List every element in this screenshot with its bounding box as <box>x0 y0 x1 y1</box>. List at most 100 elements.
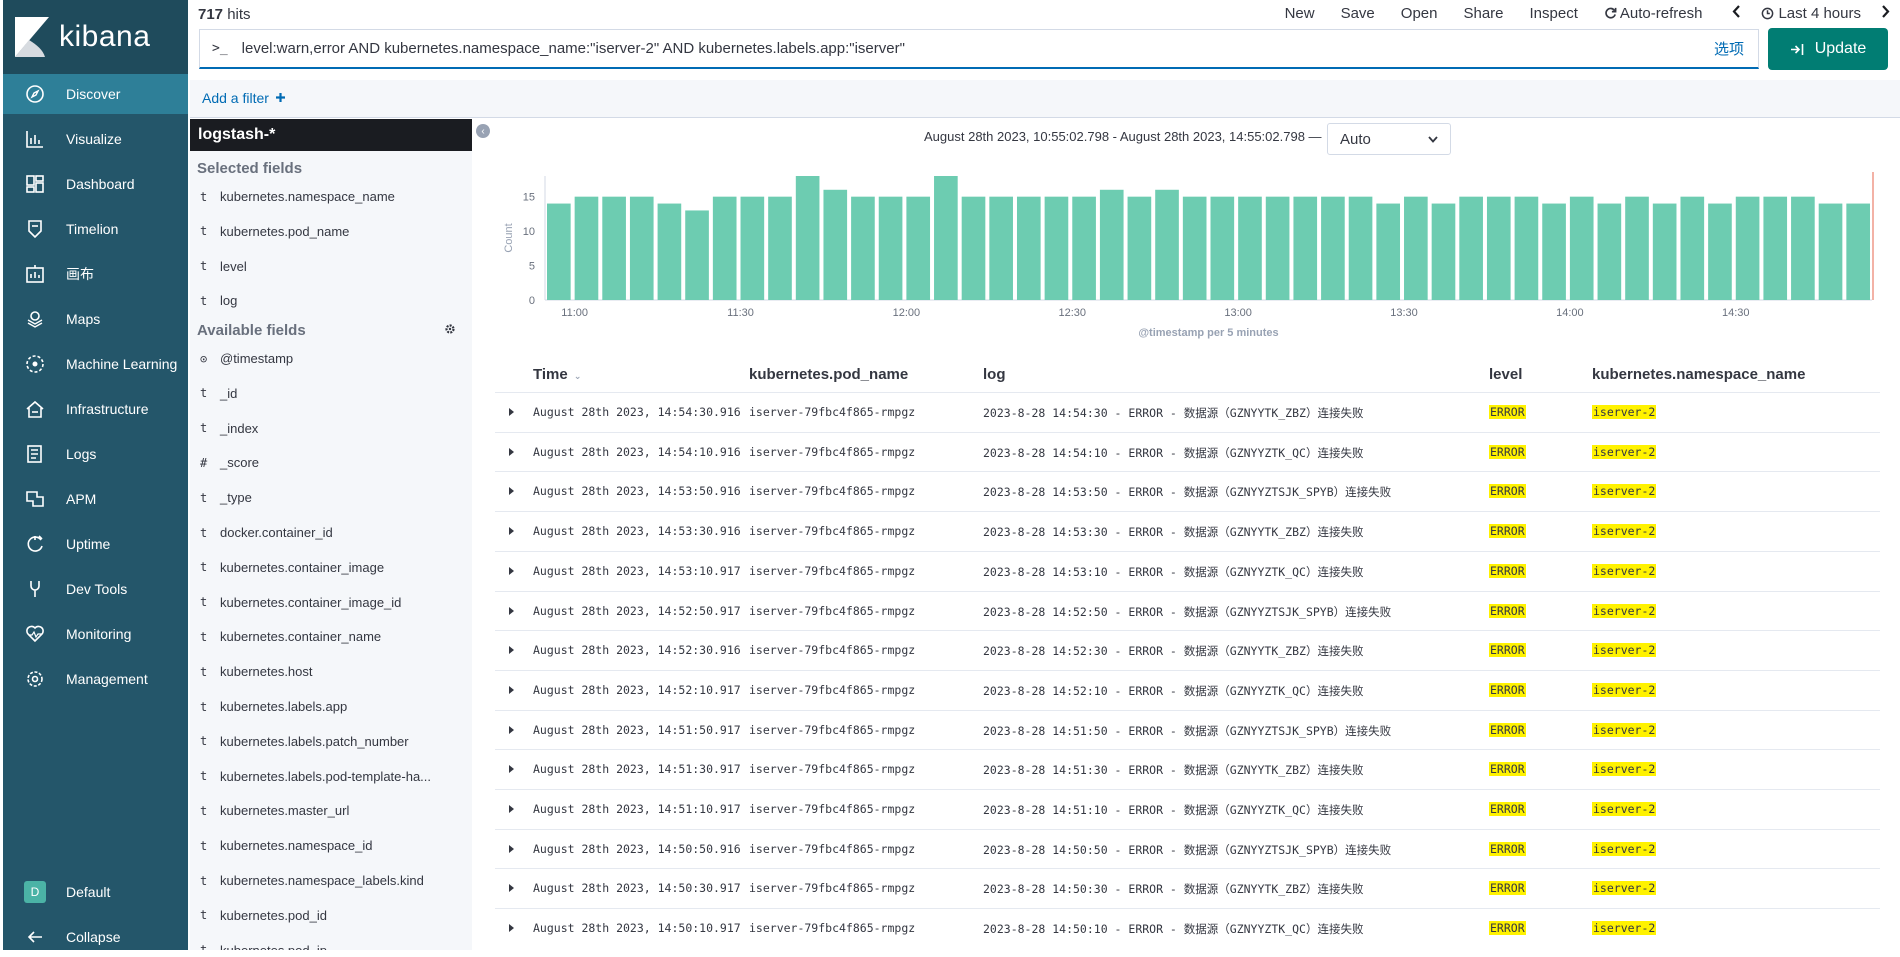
collapse-nav-button[interactable]: Collapse <box>3 917 188 957</box>
histogram-bar[interactable] <box>1293 196 1318 300</box>
field-item[interactable]: tkubernetes.pod_ip <box>200 943 327 950</box>
histogram-bar[interactable] <box>1708 203 1732 300</box>
expand-row-icon[interactable] <box>509 685 514 694</box>
histogram-bar[interactable] <box>1127 196 1152 300</box>
histogram-bar[interactable] <box>1486 196 1511 300</box>
histogram-bar[interactable] <box>1376 203 1401 300</box>
table-row[interactable]: August 28th 2023, 14:53:10.917 iserver-79… <box>495 550 1880 591</box>
histogram-bar[interactable] <box>1818 203 1843 300</box>
nav-item-maps[interactable]: Maps <box>3 299 188 339</box>
histogram-bar[interactable] <box>989 196 1013 300</box>
histogram-bar[interactable] <box>547 203 571 300</box>
new-button[interactable]: New <box>1285 5 1315 22</box>
table-row[interactable]: August 28th 2023, 14:51:30.917 iserver-79… <box>495 749 1880 789</box>
time-picker-button[interactable]: Last 4 hours <box>1761 5 1861 22</box>
histogram-bar[interactable] <box>1016 196 1041 300</box>
table-row[interactable]: August 28th 2023, 14:51:50.917 iserver-79… <box>495 709 1880 750</box>
histogram-bar[interactable] <box>740 196 765 300</box>
histogram-bar[interactable] <box>795 176 820 300</box>
histogram-bar[interactable] <box>1625 196 1649 300</box>
expand-row-icon[interactable] <box>509 725 514 734</box>
histogram-bar[interactable] <box>1348 196 1373 300</box>
nav-item-timelion[interactable]: Timelion <box>3 209 188 249</box>
table-row[interactable]: August 28th 2023, 14:50:50.916 iserver-79… <box>495 828 1880 869</box>
histogram-bar[interactable] <box>1321 196 1345 300</box>
histogram-bar[interactable] <box>1652 203 1677 300</box>
field-item[interactable]: t kubernetes.namespace_name <box>200 189 395 204</box>
histogram-bar[interactable] <box>878 196 903 300</box>
histogram-bar[interactable] <box>1542 203 1566 300</box>
histogram-bar[interactable] <box>1210 196 1235 300</box>
histogram-bar[interactable] <box>1514 196 1539 300</box>
inspect-button[interactable]: Inspect <box>1530 5 1578 22</box>
expand-row-icon[interactable] <box>509 805 514 813</box>
field-item[interactable]: t log <box>200 293 237 308</box>
histogram-bar[interactable] <box>1791 196 1815 300</box>
histogram-bar[interactable] <box>1099 189 1124 300</box>
nav-item-gear[interactable]: Management <box>3 659 188 699</box>
histogram-bar[interactable] <box>1846 203 1870 300</box>
field-item[interactable]: ⊙ @timestamp <box>200 351 293 366</box>
histogram-bar[interactable] <box>1459 196 1483 300</box>
column-header-log[interactable]: log <box>983 366 1006 383</box>
field-item[interactable]: t kubernetes.labels.pod-template-ha... <box>200 769 431 784</box>
field-item[interactable]: # _score <box>200 455 259 470</box>
expand-row-icon[interactable] <box>509 527 514 536</box>
table-row[interactable]: August 28th 2023, 14:51:10.917 iserver-79… <box>495 789 1880 829</box>
table-row[interactable]: August 28th 2023, 14:54:30.916 iserver-79… <box>495 392 1880 432</box>
table-row[interactable]: August 28th 2023, 14:50:10.917 iserver-79… <box>495 908 1880 948</box>
histogram-bar[interactable] <box>1569 196 1594 300</box>
field-item[interactable]: t docker.container_id <box>200 525 333 540</box>
query-options-button[interactable]: 选项 <box>1714 38 1744 59</box>
histogram-bar[interactable] <box>1735 196 1760 300</box>
open-button[interactable]: Open <box>1401 5 1438 22</box>
histogram-bar[interactable] <box>851 196 875 300</box>
time-next-button[interactable] <box>1881 5 1890 22</box>
expand-row-icon[interactable] <box>509 447 514 456</box>
save-button[interactable]: Save <box>1341 5 1375 22</box>
histogram-bar[interactable] <box>685 210 709 300</box>
histogram-bar[interactable] <box>1597 203 1622 300</box>
nav-item-visualize[interactable]: Visualize <box>3 119 188 159</box>
field-item[interactable]: t kubernetes.host <box>200 664 313 679</box>
field-item[interactable]: t _id <box>200 386 237 401</box>
space-selector[interactable]: D Default <box>3 872 188 912</box>
histogram-bar[interactable] <box>1044 196 1069 300</box>
expand-row-icon[interactable] <box>509 844 514 853</box>
histogram-bar[interactable] <box>823 189 848 300</box>
search-input[interactable]: level:warn,error AND kubernetes.namespac… <box>242 40 1714 57</box>
auto-refresh-button[interactable]: Auto-refresh <box>1604 5 1702 22</box>
histogram-bar[interactable] <box>1763 196 1788 300</box>
update-button[interactable]: Update <box>1768 28 1888 70</box>
field-item[interactable]: t kubernetes.labels.app <box>200 699 347 714</box>
column-header-pod-name[interactable]: kubernetes.pod_name <box>749 366 908 383</box>
histogram-bar[interactable] <box>1155 189 1179 300</box>
nav-item-canvas[interactable]: 画布 <box>3 254 188 294</box>
table-row[interactable]: August 28th 2023, 14:53:50.916 iserver-79… <box>495 471 1880 511</box>
field-item[interactable]: t kubernetes.labels.patch_number <box>200 734 409 749</box>
histogram-bar[interactable] <box>934 176 958 300</box>
expand-row-icon[interactable] <box>509 408 514 416</box>
nav-item-machine-learning[interactable]: Machine Learning <box>3 344 188 384</box>
field-item[interactable]: t kubernetes.container_image_id <box>200 595 401 610</box>
histogram-bar[interactable] <box>1404 196 1428 300</box>
histogram-bar[interactable] <box>712 196 737 300</box>
expand-row-icon[interactable] <box>509 646 514 655</box>
field-settings-gear-icon[interactable] <box>444 322 456 340</box>
nav-item-logs[interactable]: Logs <box>3 434 188 474</box>
histogram-bar[interactable] <box>574 196 599 300</box>
histogram-bar[interactable] <box>1238 196 1262 300</box>
field-item[interactable]: t kubernetes.pod_name <box>200 224 349 239</box>
table-row[interactable]: August 28th 2023, 14:54:10.916 iserver-79… <box>495 431 1880 472</box>
histogram-bar[interactable] <box>1680 196 1705 300</box>
nav-item-monitoring[interactable]: Monitoring <box>3 614 188 654</box>
histogram-bar[interactable] <box>906 196 931 300</box>
histogram-bar[interactable] <box>1431 203 1456 300</box>
histogram-bar[interactable] <box>768 196 792 300</box>
nav-item-dashboard[interactable]: Dashboard <box>3 164 188 204</box>
table-row[interactable]: August 28th 2023, 14:52:30.916 iserver-79… <box>495 630 1880 670</box>
histogram-bar[interactable] <box>1072 196 1096 300</box>
interval-select[interactable]: Auto <box>1327 123 1451 155</box>
histogram-bar[interactable] <box>1182 196 1207 300</box>
expand-row-icon[interactable] <box>509 924 514 933</box>
